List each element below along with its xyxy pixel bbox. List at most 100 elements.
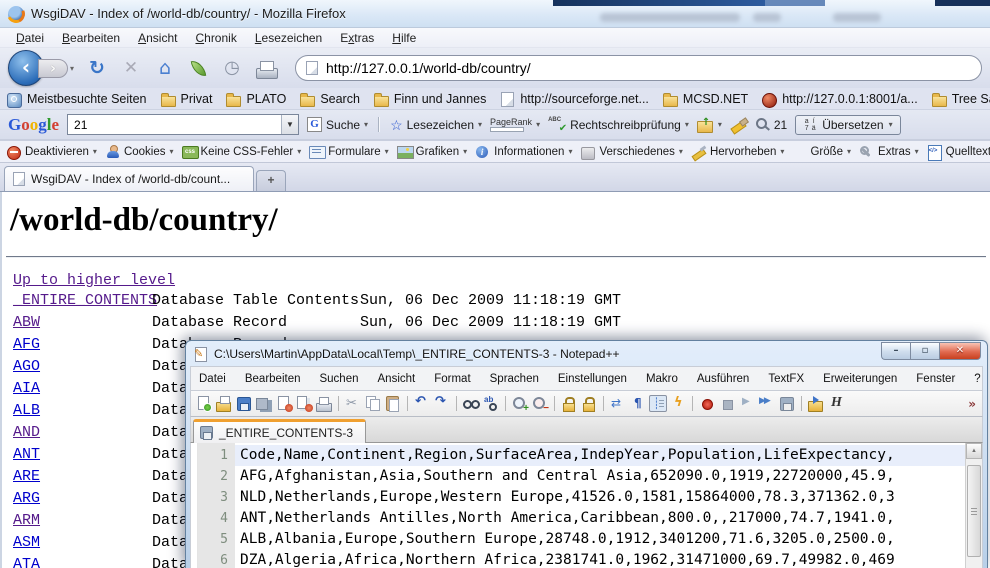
devbar-item-keine-css-fehler[interactable]: Keine CSS-Fehler▾ [182,145,302,159]
bookmark-plato[interactable]: PLATO [225,92,286,106]
menubar-item-hilfe[interactable]: Hilfe [384,29,424,47]
devbar-item-extras[interactable]: Extras▾ [859,145,919,159]
redo-icon[interactable] [433,395,451,412]
npp-menu-format[interactable]: Format [434,373,470,385]
listing-link-ata[interactable]: ATA [13,554,40,568]
npp-menu-bearbeiten[interactable]: Bearbeiten [245,373,301,385]
scroll-up-button[interactable]: ▲ [966,443,982,459]
up-to-higher-level-link[interactable]: Up to higher level [13,272,175,289]
macro-record-icon[interactable] [698,395,716,412]
search-history-dropdown-icon[interactable]: ▼ [281,115,298,134]
editor-line-4[interactable]: ANT,Netherlands Antilles,North America,C… [235,508,965,529]
vertical-scrollbar[interactable]: ▲ [965,443,982,568]
editor-line-5[interactable]: ALB,Albania,Europe,Southern Europe,28748… [235,529,965,550]
npp-menu-textfx[interactable]: TextFX [768,373,804,385]
macro-play-icon[interactable] [738,395,756,412]
word-wrap-icon[interactable] [609,395,627,412]
editor-line-1[interactable]: Code,Name,Continent,Region,SurfaceArea,I… [235,445,965,466]
bookmark-http-sourceforge-net[interactable]: http://sourceforge.net... [499,92,649,106]
new-file-icon[interactable] [195,395,213,412]
menubar-item-ansicht[interactable]: Ansicht [130,29,185,47]
devbar-item-grafiken[interactable]: Grafiken▾ [397,145,467,159]
url-bar[interactable] [295,55,982,81]
google-search-box[interactable]: ▼ [67,114,299,135]
notepadpp-editor[interactable]: 123456 Code,Name,Continent,Region,Surfac… [190,443,983,568]
new-tab-button[interactable]: + [256,170,286,191]
print-button[interactable] [255,59,279,78]
highlighter-icon[interactable] [730,117,747,132]
translate-button[interactable]: aí7ä Übersetzen ▾ [795,115,900,135]
close-all-icon[interactable] [295,395,313,412]
save-all-icon[interactable] [255,395,273,412]
devbar-item-gr-e[interactable]: Größe▾ [792,145,851,159]
editor-text-area[interactable]: Code,Name,Continent,Region,SurfaceArea,I… [235,443,965,568]
macro-stop-icon[interactable] [718,395,736,412]
menubar-item-bearbeiten[interactable]: Bearbeiten [54,29,128,47]
replace-icon[interactable] [482,395,500,412]
listing-link-arm[interactable]: ARM [13,510,40,532]
home-button[interactable]: ⌂ [152,57,178,79]
open-file-icon[interactable] [215,395,233,412]
sage-feed-icon[interactable] [191,59,207,78]
npp-menu-fenster[interactable]: Fenster [916,373,955,385]
listing-link-arg[interactable]: ARG [13,488,40,510]
find-zoom-button[interactable]: 21 [755,117,787,132]
google-search-input[interactable] [68,118,281,132]
bookmark-search[interactable]: Search [299,92,360,106]
send-to-button[interactable]: ▾ [697,118,722,132]
npp-menu-einstellungen[interactable]: Einstellungen [558,373,627,385]
listing-link-ant[interactable]: ANT [13,444,40,466]
stop-button[interactable]: ✕ [118,57,144,79]
npp-menu-sprachen[interactable]: Sprachen [490,373,539,385]
editor-line-2[interactable]: AFG,Afghanistan,Asia,Southern and Centra… [235,466,965,487]
zoom-in-icon[interactable] [511,395,529,412]
listing-link-aia[interactable]: AIA [13,378,40,400]
devbar-item-informationen[interactable]: Informationen▾ [475,145,572,159]
devbar-item-formulare[interactable]: Formulare▾ [309,145,388,159]
npp-menu-ansicht[interactable]: Ansicht [378,373,416,385]
copy-icon[interactable] [364,395,382,412]
editor-line-3[interactable]: NLD,Netherlands,Europe,Western Europe,41… [235,487,965,508]
reload-button[interactable]: ↻ [84,57,110,79]
minimize-button[interactable]: – [881,342,910,360]
history-clock-icon[interactable]: ◷ [219,57,245,79]
find-icon[interactable] [462,395,480,412]
tab-wsgidav[interactable]: WsgiDAV - Index of /world-db/count... [4,166,254,191]
undo-icon[interactable] [413,395,431,412]
url-input[interactable] [326,60,971,76]
menubar-item-lesezeichen[interactable]: Lesezeichen [247,29,330,47]
editor-line-6[interactable]: DZA,Algeria,Africa,Northern Africa,23817… [235,550,965,568]
save-icon[interactable] [235,395,253,412]
maximize-button[interactable]: ▫ [910,342,939,360]
function-list-icon[interactable] [669,395,687,412]
paste-icon[interactable] [384,395,402,412]
devbar-item-deaktivieren[interactable]: Deaktivieren▾ [6,145,97,159]
menubar-item-chronik[interactable]: Chronik [187,29,244,47]
macro-save-icon[interactable] [778,395,796,412]
show-symbols-icon[interactable] [629,395,647,412]
bookmark-mcsd-net[interactable]: MCSD.NET [662,92,748,106]
sync-h-icon[interactable] [580,395,598,412]
npp-menu-suchen[interactable]: Suchen [319,373,358,385]
listing-link-entire-contents[interactable]: _ENTIRE_CONTENTS [13,290,157,312]
menubar-item-datei[interactable]: Datei [8,29,52,47]
listing-link-ago[interactable]: AGO [13,356,40,378]
toolbar-overflow-icon[interactable]: » [968,397,978,411]
npp-menu-ausf-hren[interactable]: Ausführen [697,373,749,385]
document-tab[interactable]: _ENTIRE_CONTENTS-3 [193,419,366,443]
google-bookmarks-button[interactable]: ☆ Lesezeichen ▾ [390,118,482,132]
listing-link-abw[interactable]: ABW [13,312,40,334]
close-file-icon[interactable] [275,395,293,412]
macro-multi-icon[interactable] [758,395,776,412]
scrollbar-thumb[interactable] [967,465,981,557]
html-preview-icon[interactable] [827,395,845,412]
bookmark-tree-samples[interactable]: Tree Samples [931,92,990,106]
indent-guide-icon[interactable] [649,395,667,412]
npp-menu-datei[interactable]: Datei [199,373,226,385]
devbar-item-hervorheben[interactable]: Hervorheben▾ [691,145,785,159]
npp-menu-makro[interactable]: Makro [646,373,678,385]
cut-icon[interactable] [344,395,362,412]
listing-link-asm[interactable]: ASM [13,532,40,554]
devbar-item-cookies[interactable]: Cookies▾ [105,145,174,159]
listing-link-and[interactable]: AND [13,422,40,444]
